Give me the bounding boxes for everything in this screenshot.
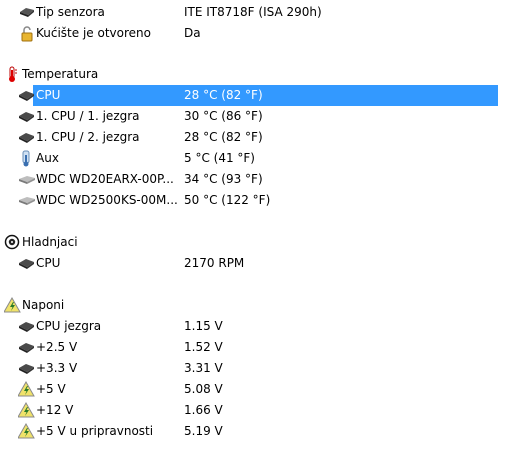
voltage-value: 1.52 V: [184, 340, 223, 354]
sensor-type-label: Tip senzora: [36, 5, 105, 19]
temperature-label: WDC WD2500KS-00M...: [36, 193, 178, 207]
warning-voltage-icon: [18, 381, 36, 398]
chip-icon: [18, 4, 36, 21]
voltage-label: +5 V u pripravnosti: [36, 424, 154, 438]
temperature-row[interactable]: Aux 5 °C (41 °F): [0, 148, 523, 169]
temperature-row[interactable]: WDC WD20EARX-00P... 34 °C (93 °F): [0, 169, 523, 190]
temperature-label: 1. CPU / 1. jezgra: [36, 109, 140, 123]
temperature-value: 28 °C (82 °F): [184, 130, 263, 144]
temperature-value: 34 °C (93 °F): [184, 172, 263, 186]
cpu-icon: [18, 318, 36, 335]
cpu-icon: [18, 255, 36, 272]
voltages-section-header[interactable]: Naponi: [0, 295, 523, 316]
thermometer-icon: [18, 150, 36, 167]
temperature-section-header[interactable]: Temperatura: [0, 64, 523, 85]
temperature-label: Aux: [36, 151, 59, 165]
voltage-row[interactable]: +3.3 V 3.31 V: [0, 358, 523, 379]
warning-voltage-icon: [4, 297, 22, 314]
temperature-value: 30 °C (86 °F): [184, 109, 263, 123]
temperature-row[interactable]: WDC WD2500KS-00M... 50 °C (122 °F): [0, 190, 523, 211]
disk-icon: [18, 192, 36, 209]
voltage-value: 1.66 V: [184, 403, 223, 417]
cooler-label: CPU: [36, 256, 61, 270]
voltage-row[interactable]: +5 V u pripravnosti 5.19 V: [0, 421, 523, 442]
voltages-section-title: Naponi: [22, 298, 65, 312]
temperature-label: WDC WD20EARX-00P...: [36, 172, 174, 186]
voltage-row[interactable]: +12 V 1.66 V: [0, 400, 523, 421]
selection-highlight: [33, 85, 498, 106]
voltage-value: 3.31 V: [184, 361, 223, 375]
voltage-row[interactable]: CPU jezgra 1.15 V: [0, 316, 523, 337]
cpu-icon: [18, 87, 36, 104]
temperature-value: 5 °C (41 °F): [184, 151, 255, 165]
temperature-value: 50 °C (122 °F): [184, 193, 271, 207]
voltage-label: +2.5 V: [36, 340, 78, 354]
temperature-value: 28 °C (82 °F): [184, 88, 263, 102]
cooler-value: 2170 RPM: [184, 256, 245, 270]
voltage-value: 5.19 V: [184, 424, 223, 438]
fan-icon: [4, 234, 22, 251]
voltage-value: 1.15 V: [184, 319, 223, 333]
temperature-section-title: Temperatura: [22, 67, 99, 81]
temperature-row[interactable]: CPU 28 °C (82 °F): [0, 85, 523, 106]
voltage-row[interactable]: +5 V 5.08 V: [0, 379, 523, 400]
disk-icon: [18, 171, 36, 188]
temperature-row[interactable]: 1. CPU / 1. jezgra 30 °C (86 °F): [0, 106, 523, 127]
voltage-label: CPU jezgra: [36, 319, 102, 333]
voltage-value: 5.08 V: [184, 382, 223, 396]
voltage-label: +3.3 V: [36, 361, 78, 375]
case-open-value: Da: [184, 26, 201, 40]
case-open-row[interactable]: Kućište je otvoreno Da: [0, 23, 523, 44]
voltage-row[interactable]: +2.5 V 1.52 V: [0, 337, 523, 358]
voltage-label: +5 V: [36, 382, 66, 396]
sensor-type-value: ITE IT8718F (ISA 290h): [184, 5, 322, 19]
cooler-row[interactable]: CPU 2170 RPM: [0, 253, 523, 274]
lock-icon: [18, 25, 36, 42]
coolers-section-header[interactable]: Hladnjaci: [0, 232, 523, 253]
temperature-label: CPU: [36, 88, 61, 102]
cpu-icon: [18, 108, 36, 125]
thermometer-red-icon: [4, 66, 22, 83]
cpu-icon: [18, 339, 36, 356]
voltage-label: +12 V: [36, 403, 74, 417]
temperature-row[interactable]: 1. CPU / 2. jezgra 28 °C (82 °F): [0, 127, 523, 148]
warning-voltage-icon: [18, 423, 36, 440]
warning-voltage-icon: [18, 402, 36, 419]
case-open-label: Kućište je otvoreno: [36, 26, 151, 40]
sensor-type-row[interactable]: Tip senzora ITE IT8718F (ISA 290h): [0, 2, 523, 23]
temperature-label: 1. CPU / 2. jezgra: [36, 130, 140, 144]
cpu-icon: [18, 360, 36, 377]
coolers-section-title: Hladnjaci: [22, 235, 78, 249]
cpu-icon: [18, 129, 36, 146]
